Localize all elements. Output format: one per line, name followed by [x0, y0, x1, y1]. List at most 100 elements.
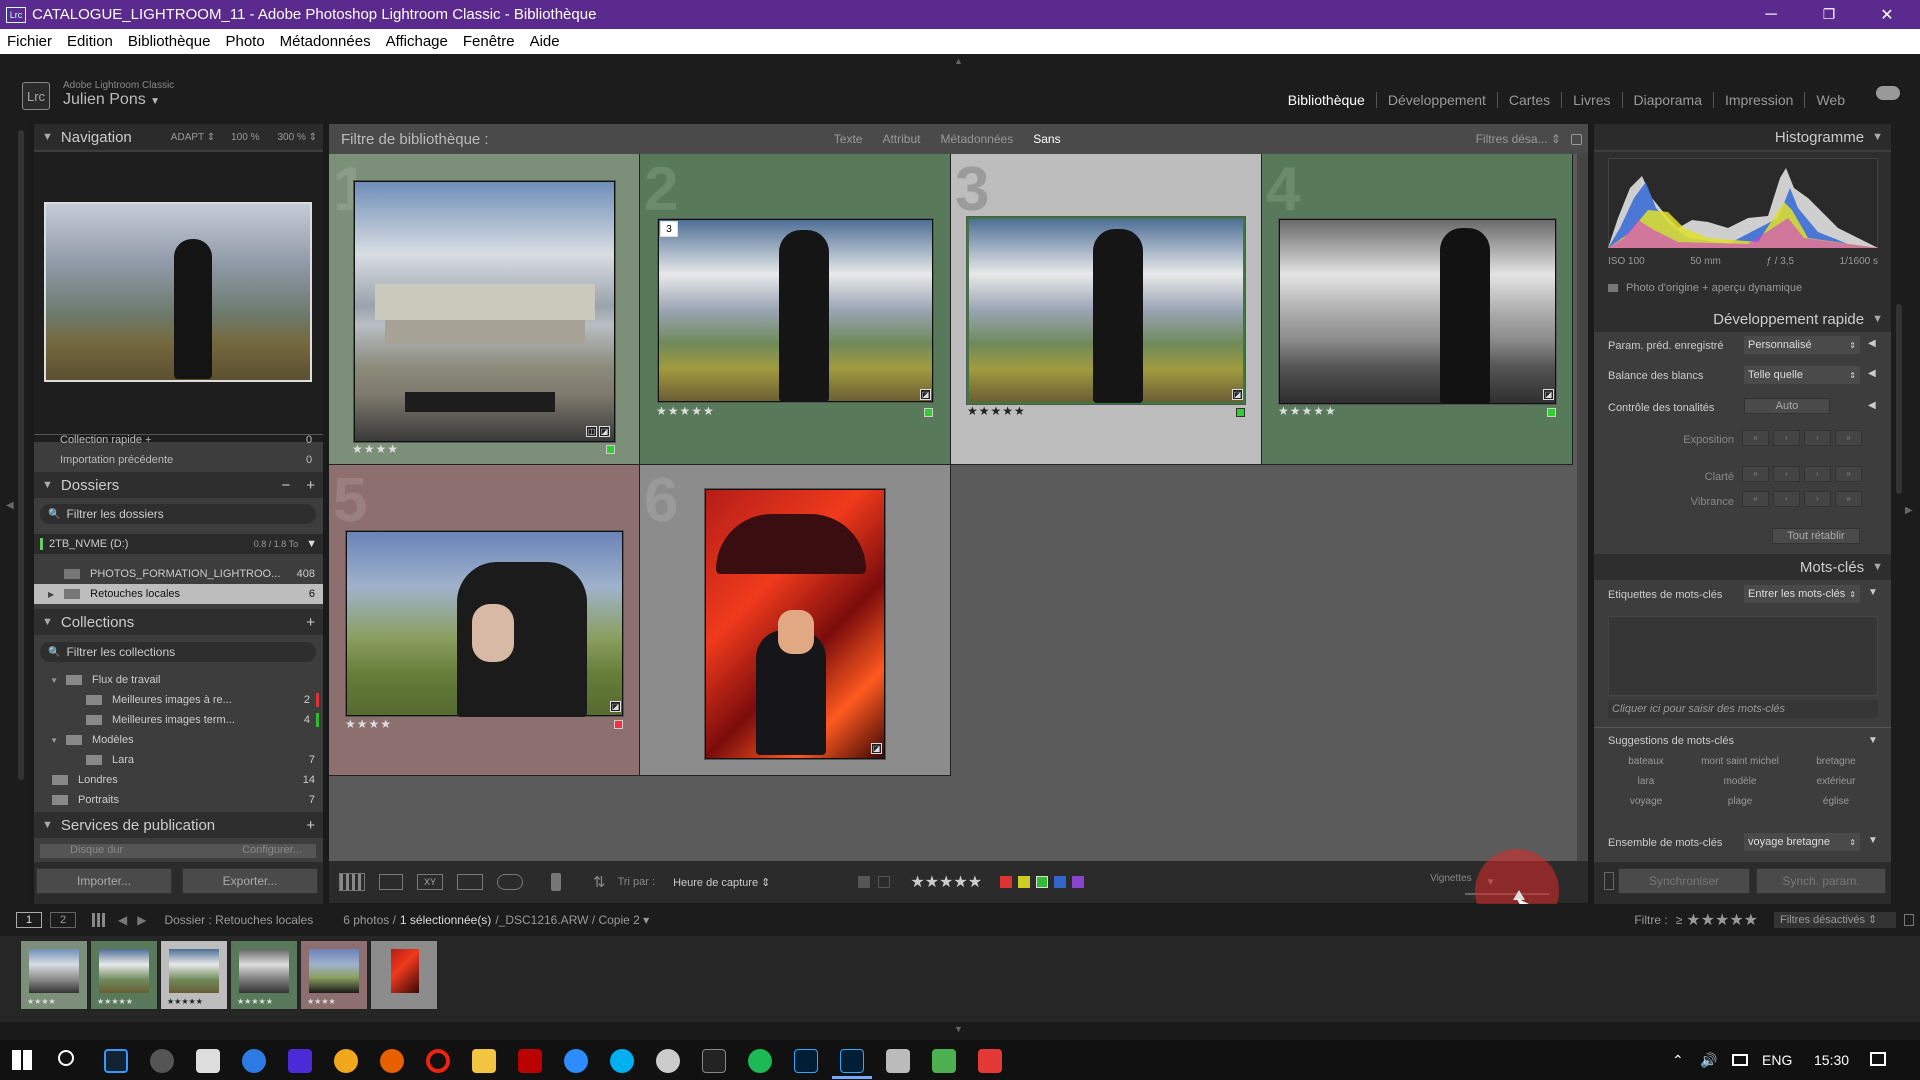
folders-header[interactable]: ▼ Dossiers − + — [34, 472, 323, 498]
forward-arrow-icon[interactable]: ▶ — [137, 913, 146, 927]
sort-direction-icon[interactable]: ⇅ — [593, 873, 606, 891]
exposure-step-button[interactable]: » — [1835, 430, 1862, 446]
filezilla-icon[interactable] — [518, 1049, 542, 1073]
filter-tab-attribut[interactable]: Attribut — [882, 132, 920, 146]
stack-count-badge[interactable]: 3 — [660, 221, 678, 237]
export-button[interactable]: Exporter... — [182, 868, 318, 894]
minimize-button[interactable]: ─ — [1742, 0, 1800, 29]
folder-filter-input[interactable]: 🔍 Filtrer les dossiers — [40, 504, 316, 524]
publish-disk-row[interactable]: Disque dur Configurer... — [40, 844, 316, 858]
histogram-header[interactable]: Histogramme ▼ — [1594, 124, 1891, 150]
taskbar-app-icon[interactable] — [932, 1049, 956, 1073]
source-path[interactable]: Dossier : Retouches locales — [164, 913, 313, 927]
collapse-icon[interactable]: ▼ — [1868, 735, 1878, 746]
color-label[interactable] — [606, 445, 615, 454]
language-indicator[interactable]: ENG — [1762, 1052, 1792, 1068]
clock[interactable]: 15:30 — [1814, 1052, 1849, 1068]
menu-metadonnees[interactable]: Métadonnées — [280, 33, 371, 50]
collection-item[interactable]: Meilleures images term... 4 — [34, 710, 323, 730]
taskbar-app-icon[interactable] — [886, 1049, 910, 1073]
module-diaporama[interactable]: Diaporama — [1623, 92, 1714, 108]
left-panel-toggle-icon[interactable]: ◀ — [6, 500, 14, 511]
taskbar-app-icon[interactable] — [242, 1049, 266, 1073]
rating-stars[interactable]: ★★★★ — [352, 442, 399, 456]
filmstrip-thumb[interactable]: ★★★★ — [20, 940, 88, 1010]
notifications-icon[interactable] — [1870, 1052, 1886, 1066]
filter-tab-metadonnees[interactable]: Métadonnées — [940, 132, 1013, 146]
sync-params-button[interactable]: Synch. param. — [1756, 868, 1886, 894]
keyword-set-dropdown[interactable]: voyage bretagne ⇕ — [1744, 833, 1860, 851]
collection-item[interactable]: Portraits 7 — [34, 790, 323, 810]
tray-chevron-icon[interactable]: ⌃ — [1672, 1052, 1684, 1069]
loupe-view-icon[interactable] — [379, 874, 403, 890]
filmstrip-thumb[interactable]: ★★★★ — [300, 940, 368, 1010]
label-yellow[interactable] — [1018, 876, 1031, 888]
lock-icon[interactable] — [1904, 914, 1914, 926]
zoom-fit[interactable]: ADAPT ⇕ — [171, 132, 215, 143]
keyword-suggestion[interactable]: voyage — [1600, 796, 1692, 807]
folder-item[interactable]: PHOTOS_FORMATION_LIGHTROO... 408 — [34, 564, 323, 584]
filmstrip-thumb-selected[interactable]: ★★★★★ — [160, 940, 228, 1010]
grid-cell-selected[interactable]: 3 ★★★★★ ◪ — [951, 154, 1262, 465]
add-collection-button[interactable]: + — [306, 614, 315, 631]
collection-item[interactable]: Lara 7 — [34, 750, 323, 770]
filter-preset[interactable]: Filtres désactivés ⇕ — [1774, 912, 1896, 928]
keyword-suggestion[interactable]: mont saint michel — [1694, 756, 1786, 767]
photoshop-icon[interactable] — [794, 1049, 818, 1073]
taskbar-app-icon[interactable] — [288, 1049, 312, 1073]
module-impression[interactable]: Impression — [1714, 92, 1806, 108]
collection-item[interactable]: Londres 14 — [34, 770, 323, 790]
grid-cell[interactable]: 2 3 ★★★★★ ◪ — [640, 154, 951, 465]
expand-left-icon[interactable]: ◀ — [1868, 400, 1876, 411]
keyword-suggestion[interactable]: modèle — [1694, 776, 1786, 787]
clarity-step-button[interactable]: › — [1804, 466, 1831, 482]
exposure-step-button[interactable]: « — [1742, 430, 1769, 446]
grid-cell[interactable]: 6 ◪ — [640, 465, 951, 776]
auto-tone-button[interactable]: Auto — [1744, 398, 1830, 414]
keyword-suggestion[interactable]: église — [1790, 796, 1882, 807]
collection-item[interactable]: ▼ Flux de travail — [34, 670, 323, 690]
vibrance-step-button[interactable]: « — [1742, 491, 1769, 507]
taskbar-app-icon[interactable] — [150, 1049, 174, 1073]
cloud-icon[interactable] — [1876, 86, 1900, 100]
module-developpement[interactable]: Développement — [1377, 92, 1498, 108]
panel-collapse-bottom-icon[interactable]: ▼ — [954, 1024, 963, 1034]
drive-row[interactable]: 2TB_NVME (D:) 0.8 / 1.8 To ▼ — [34, 534, 323, 554]
keyword-input[interactable]: Cliquer ici pour saisir des mots-clés — [1608, 700, 1878, 718]
keyword-suggestion[interactable]: lara — [1600, 776, 1692, 787]
add-publish-button[interactable]: + — [306, 817, 315, 834]
compare-view-icon[interactable]: XY — [417, 874, 443, 890]
grid-scrollbar[interactable] — [1577, 154, 1588, 861]
publish-header[interactable]: ▼ Services de publication + — [34, 812, 323, 838]
menu-fichier[interactable]: Fichier — [7, 33, 52, 50]
restore-button[interactable]: ❐ — [1800, 0, 1858, 29]
clarity-step-button[interactable]: » — [1835, 466, 1862, 482]
keywords-header[interactable]: Mots-clés ▼ — [1594, 554, 1891, 580]
vibrance-step-button[interactable]: ‹ — [1773, 491, 1800, 507]
module-web[interactable]: Web — [1805, 92, 1856, 108]
taskbar-app-icon[interactable] — [564, 1049, 588, 1073]
taskbar-app-icon[interactable] — [656, 1049, 680, 1073]
collections-header[interactable]: ▼ Collections + — [34, 609, 323, 635]
mail-icon[interactable] — [196, 1049, 220, 1073]
keyword-entry-area[interactable] — [1608, 616, 1878, 696]
quick-develop-header[interactable]: Développement rapide ▼ — [1594, 306, 1891, 332]
histogram-graph[interactable] — [1608, 158, 1878, 248]
right-scrollbar[interactable] — [1896, 304, 1902, 494]
flag-reject-icon[interactable] — [878, 876, 891, 888]
rating-stars[interactable]: ★★★★★ — [656, 404, 715, 418]
collection-item[interactable]: ▼ Modèles — [34, 730, 323, 750]
exposure-stepper[interactable]: «‹ ›» — [1740, 430, 1864, 446]
color-label[interactable] — [1236, 408, 1245, 417]
windows-start-icon[interactable] — [12, 1050, 32, 1070]
rating-stars[interactable]: ★★★★ — [345, 717, 392, 731]
taskbar-app-icon[interactable] — [978, 1049, 1002, 1073]
screen1-button[interactable]: 1 — [16, 912, 42, 928]
color-label[interactable] — [1547, 408, 1556, 417]
rating-filter-stars[interactable]: ★★★★★ — [910, 872, 982, 892]
skype-icon[interactable] — [610, 1049, 634, 1073]
keyword-suggestion[interactable]: plage — [1694, 796, 1786, 807]
zoom-300[interactable]: 300 % ⇕ — [277, 132, 317, 143]
rating-stars[interactable]: ★★★★★ — [967, 404, 1026, 418]
sort-dropdown[interactable]: Heure de capture ⇕ — [673, 876, 770, 889]
